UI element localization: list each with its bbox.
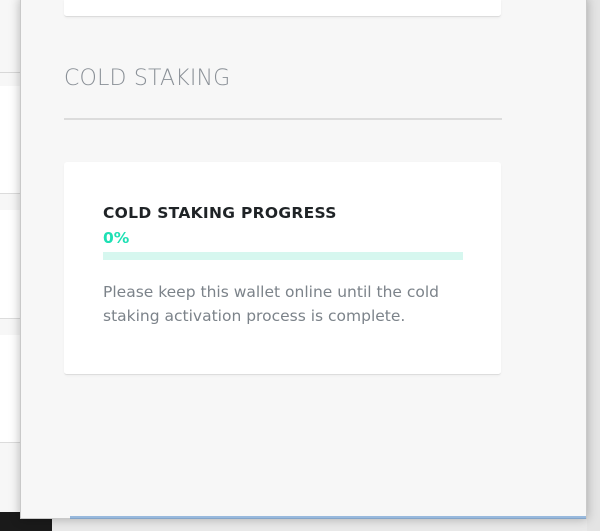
previous-card <box>64 0 501 17</box>
background-card <box>0 335 20 443</box>
background-card <box>0 86 20 194</box>
section-title: COLD STAKING <box>64 66 231 91</box>
cold-staking-progress-card: COLD STAKING PROGRESS 0% Please keep thi… <box>64 162 501 375</box>
progress-bar <box>103 252 463 260</box>
progress-heading: COLD STAKING PROGRESS <box>103 204 337 222</box>
background-card <box>0 210 20 319</box>
background-sidebar <box>0 0 20 531</box>
section-divider <box>64 118 502 120</box>
sidebar-divider <box>0 72 20 73</box>
progress-note: Please keep this wallet online until the… <box>103 283 440 325</box>
window-edge-strip <box>587 0 600 531</box>
progress-percent: 0% <box>103 229 130 247</box>
modal-focus-edge <box>70 516 586 519</box>
